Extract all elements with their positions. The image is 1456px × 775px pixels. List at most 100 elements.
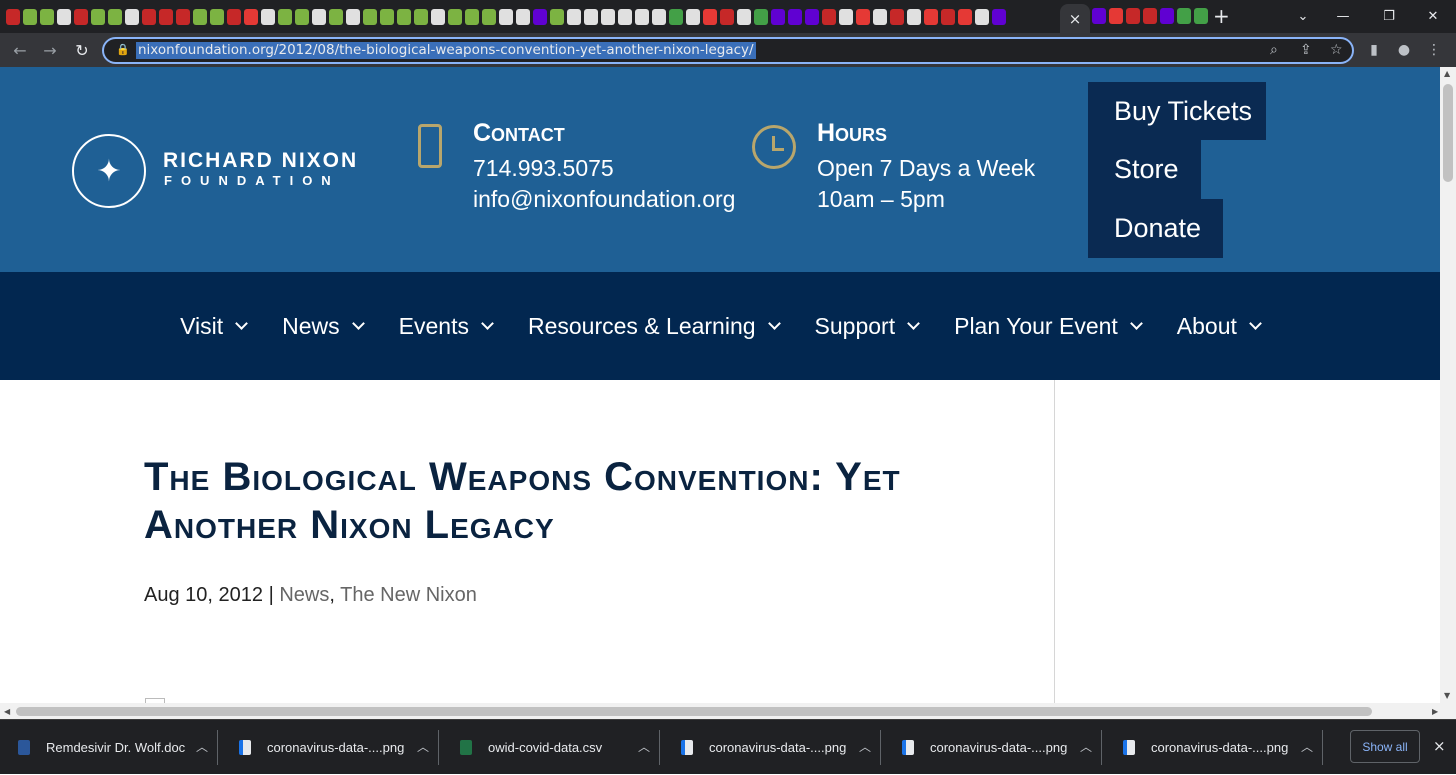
tab-favicon[interactable] [6, 8, 20, 25]
tab-favicon[interactable] [329, 8, 343, 25]
tab-favicon[interactable] [652, 8, 666, 25]
tab-favicon[interactable] [346, 8, 360, 25]
tab-favicon[interactable] [822, 8, 836, 25]
tab-favicon[interactable] [533, 8, 547, 25]
forward-arrow-icon[interactable]: → [36, 33, 64, 67]
tab-favicon[interactable] [1194, 8, 1208, 24]
tab-favicon[interactable] [873, 8, 887, 25]
tab-favicon[interactable] [125, 8, 139, 25]
active-tab[interactable]: × [1060, 4, 1090, 33]
zoom-icon[interactable]: ⌕ [1270, 42, 1278, 58]
close-tab-icon[interactable]: × [1069, 10, 1082, 28]
tab-favicon[interactable] [618, 8, 632, 25]
tab-favicon[interactable] [907, 8, 921, 25]
logo-subtitle[interactable]: FOUNDATION [164, 173, 340, 188]
reload-icon[interactable]: ↻ [68, 33, 96, 67]
tab-favicon[interactable] [108, 8, 122, 25]
chevron-up-icon[interactable]: ︿ [196, 738, 208, 755]
tab-favicon[interactable] [227, 8, 241, 25]
tab-favicon[interactable] [550, 8, 564, 25]
profile-icon[interactable]: ● [1390, 33, 1418, 67]
tab-favicon[interactable] [584, 8, 598, 25]
side-panel-icon[interactable]: ▮ [1360, 33, 1388, 67]
share-icon[interactable]: ⇪ [1300, 42, 1312, 58]
contact-phone[interactable]: 714.993.5075 [473, 155, 614, 182]
tab-favicon[interactable] [363, 8, 377, 25]
download-item[interactable]: owid-covid-data.csv ︿ [442, 720, 660, 775]
tab-favicon[interactable] [754, 8, 768, 25]
tab-favicon[interactable] [941, 8, 955, 25]
tab-favicon[interactable] [295, 8, 309, 25]
tab-favicon[interactable] [805, 8, 819, 25]
download-item[interactable]: coronavirus-data-....png ︿ [1105, 720, 1323, 775]
scroll-left-arrow-icon[interactable]: ◀ [4, 707, 10, 716]
tab-favicon[interactable] [1109, 8, 1123, 24]
tab-favicon[interactable] [397, 8, 411, 25]
nav-visit[interactable]: Visit [180, 313, 248, 340]
tab-favicon[interactable] [601, 8, 615, 25]
tab-favicon[interactable] [669, 8, 683, 25]
tab-favicon[interactable] [839, 8, 853, 25]
tab-favicon[interactable] [516, 8, 530, 25]
tab-favicon[interactable] [788, 8, 802, 25]
chevron-up-icon[interactable]: ︿ [1301, 738, 1313, 755]
tab-favicon[interactable] [142, 8, 156, 25]
tab-favicon[interactable] [23, 8, 37, 25]
tab-favicon[interactable] [1126, 8, 1140, 24]
tab-favicon[interactable] [193, 8, 207, 25]
close-download-bar-icon[interactable]: × [1433, 737, 1446, 755]
tab-favicon[interactable] [703, 8, 717, 25]
tab-favicon[interactable] [312, 8, 326, 25]
back-arrow-icon[interactable]: ← [6, 33, 34, 67]
horizontal-scroll-thumb[interactable] [16, 707, 1372, 716]
tab-favicon[interactable] [244, 8, 258, 25]
tab-favicon[interactable] [1160, 8, 1174, 24]
tab-favicon[interactable] [465, 8, 479, 25]
chevron-up-icon[interactable]: ︿ [859, 738, 871, 755]
download-item[interactable]: coronavirus-data-....png ︿ [663, 720, 881, 775]
tab-favicon[interactable] [482, 8, 496, 25]
logo-title[interactable]: RICHARD NIXON [163, 149, 358, 173]
tab-favicon[interactable] [261, 8, 275, 25]
tab-favicon[interactable] [431, 8, 445, 25]
tab-favicon[interactable] [210, 8, 224, 25]
show-all-downloads-button[interactable]: Show all [1350, 730, 1420, 763]
tab-favicon[interactable] [856, 8, 870, 25]
nav-about[interactable]: About [1177, 313, 1262, 340]
new-tab-button[interactable]: + [1213, 4, 1230, 28]
download-item[interactable]: coronavirus-data-....png ︿ [884, 720, 1102, 775]
tab-favicon[interactable] [924, 8, 938, 25]
category-new-nixon-link[interactable]: The New Nixon [340, 584, 477, 606]
scroll-down-arrow-icon[interactable]: ▼ [1444, 691, 1450, 700]
eagle-seal-icon[interactable]: ✦ [72, 134, 146, 208]
tab-favicon[interactable] [1143, 8, 1157, 24]
bookmark-star-icon[interactable]: ☆ [1330, 42, 1343, 58]
tab-favicon[interactable] [1092, 8, 1106, 24]
donate-button[interactable]: Donate [1088, 199, 1223, 258]
tab-favicon[interactable] [278, 8, 292, 25]
tab-favicon[interactable] [975, 8, 989, 25]
store-button[interactable]: Store [1088, 140, 1201, 199]
tab-favicon[interactable] [1177, 8, 1191, 24]
tab-favicon[interactable] [57, 8, 71, 25]
tab-favicon[interactable] [958, 8, 972, 25]
chevron-up-icon[interactable]: ︿ [417, 738, 429, 755]
scroll-up-arrow-icon[interactable]: ▲ [1444, 69, 1450, 78]
tab-favicon[interactable] [91, 8, 105, 25]
nav-resources-learning[interactable]: Resources & Learning [528, 313, 781, 340]
restore-icon[interactable]: ❐ [1366, 0, 1412, 33]
tab-favicon[interactable] [499, 8, 513, 25]
nav-events[interactable]: Events [399, 313, 494, 340]
tab-favicon[interactable] [567, 8, 581, 25]
tab-favicon[interactable] [159, 8, 173, 25]
address-bar[interactable]: 🔒 nixonfoundation.org/2012/08/the-biolog… [102, 37, 1354, 64]
menu-icon[interactable]: ⋮ [1420, 33, 1448, 67]
close-window-icon[interactable]: ✕ [1410, 0, 1456, 33]
nav-plan-your-event[interactable]: Plan Your Event [954, 313, 1143, 340]
tab-favicon[interactable] [992, 8, 1006, 25]
nav-support[interactable]: Support [815, 313, 920, 340]
tab-favicon[interactable] [720, 8, 734, 25]
tab-favicon[interactable] [380, 8, 394, 25]
tab-favicon[interactable] [414, 8, 428, 25]
url-text[interactable]: nixonfoundation.org/2012/08/the-biologic… [136, 42, 756, 59]
